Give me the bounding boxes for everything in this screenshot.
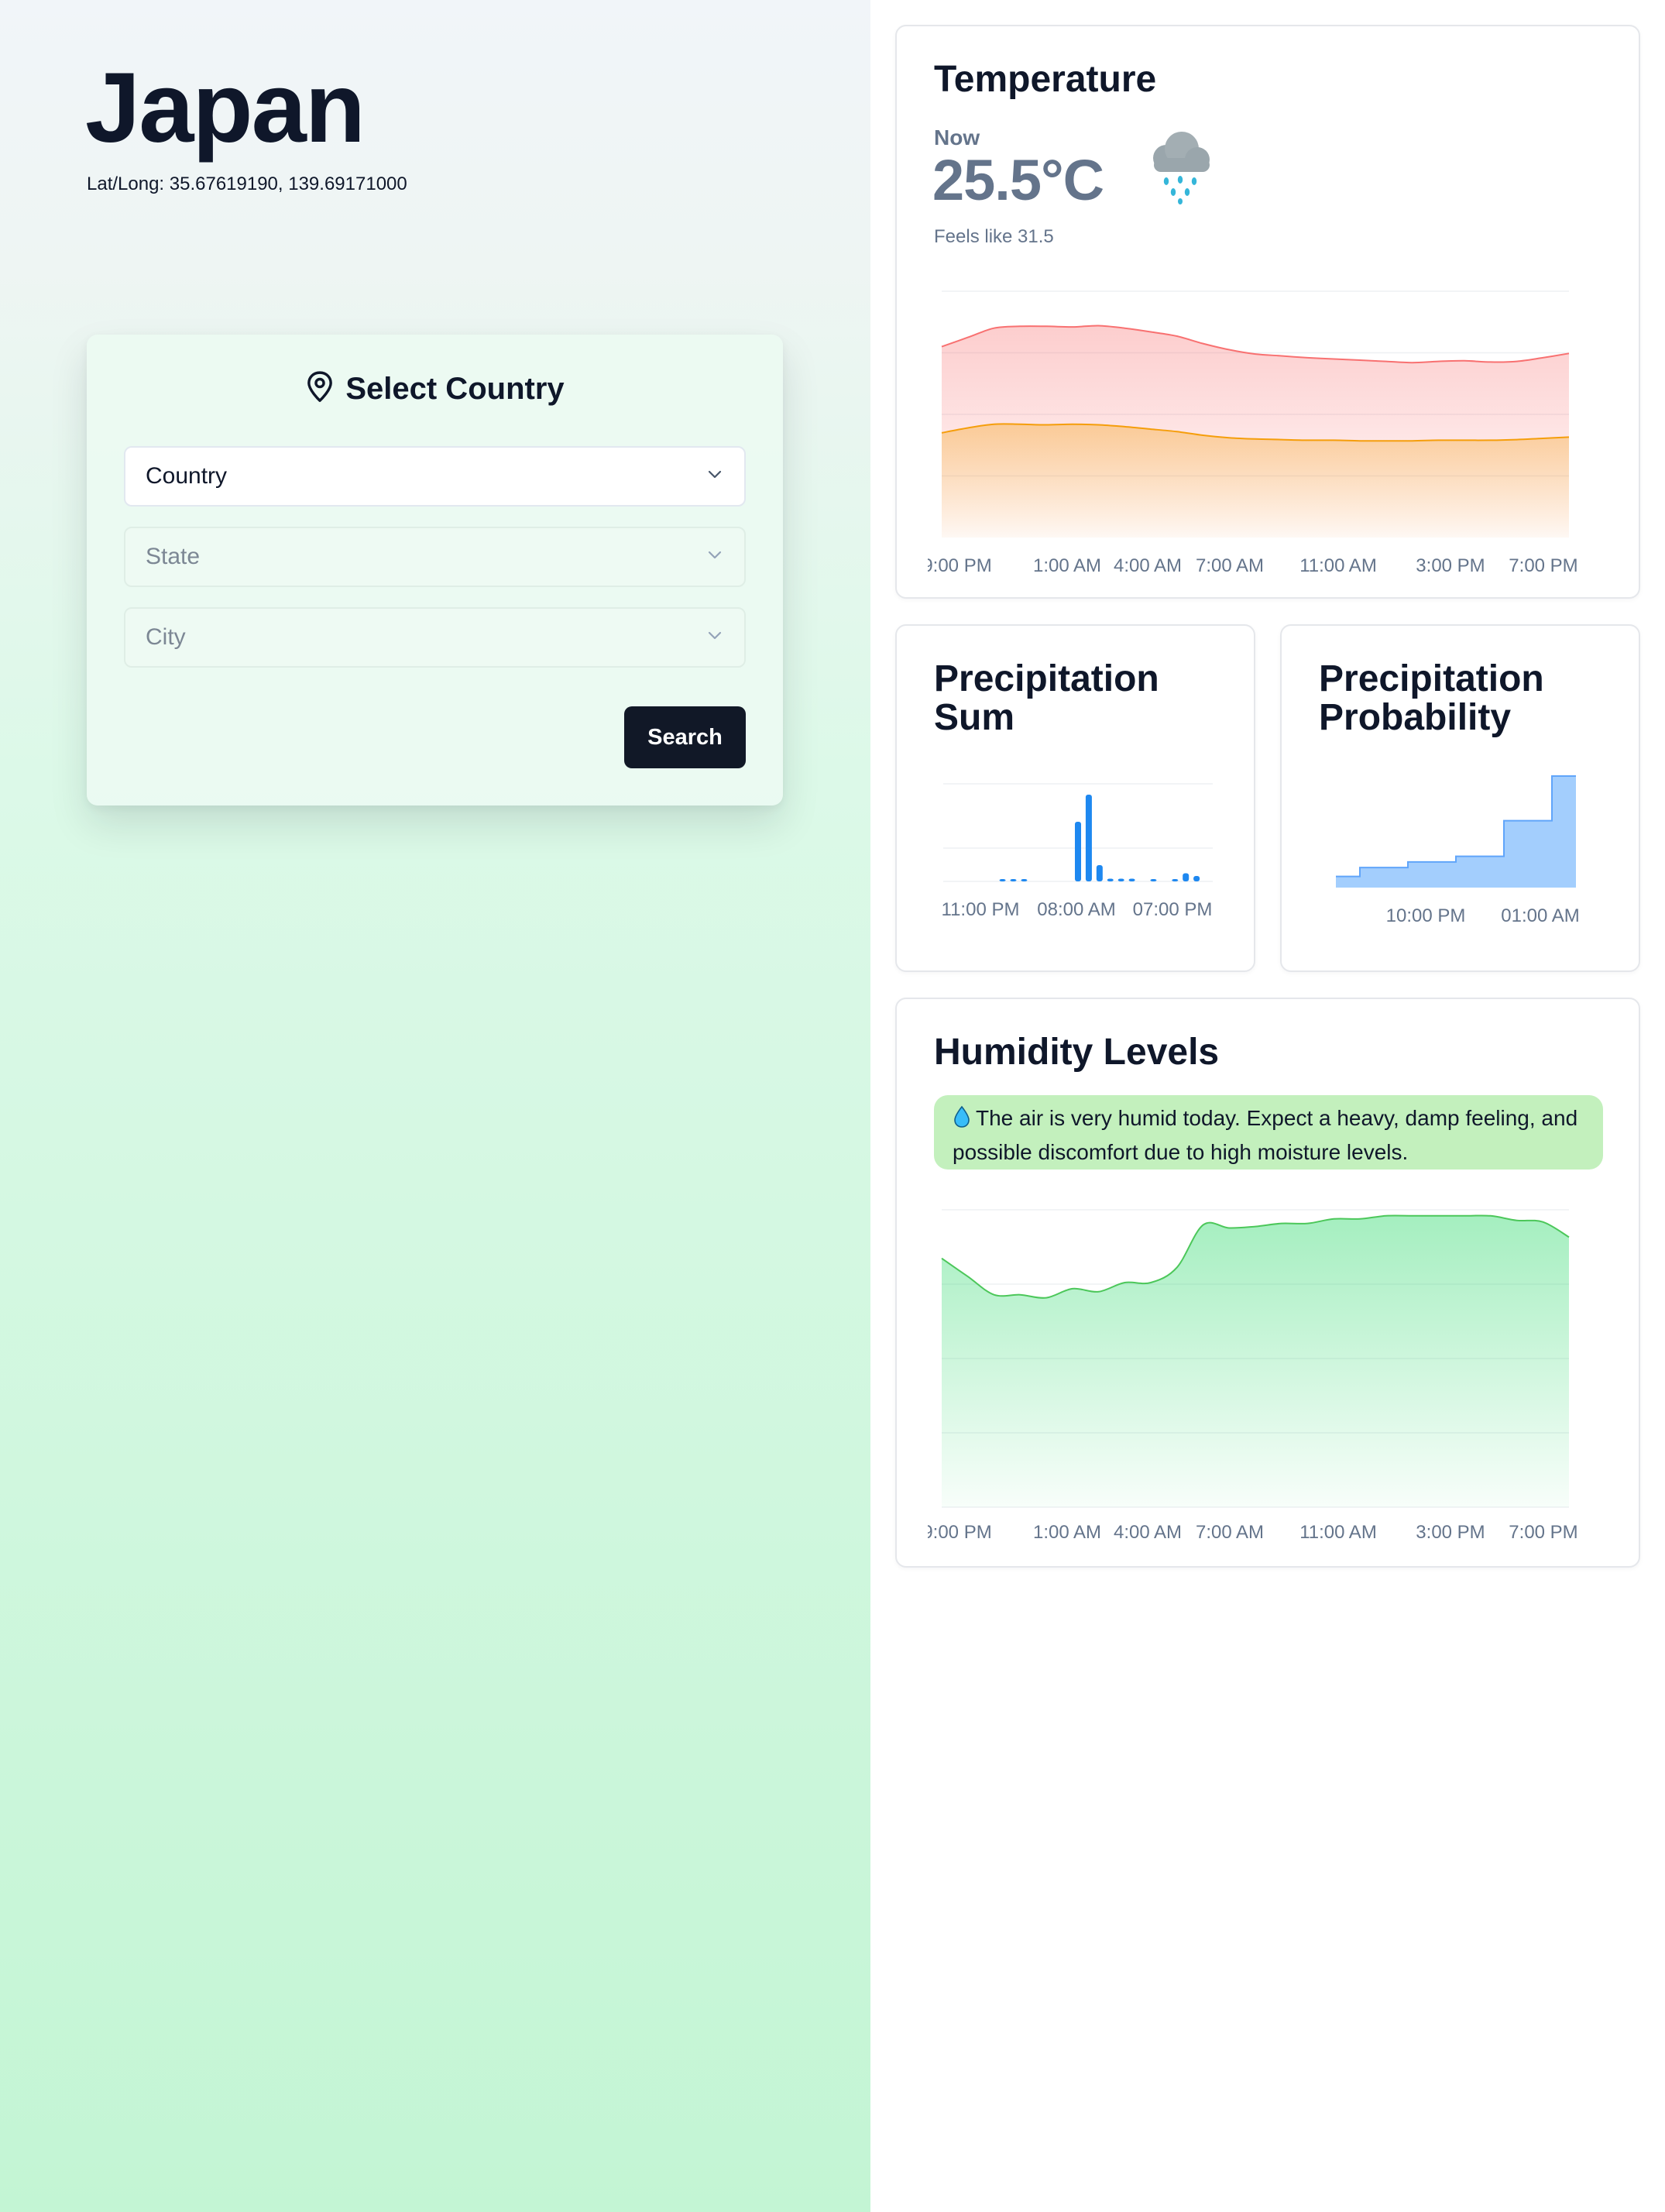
precipitation-bar [1183,873,1190,881]
country-selector-card: Select Country Country State City Search [87,335,783,805]
humidity-chart: 9:00 PM 1:00 AM 4:00 AM 7:00 AM 11:00 AM 3:00… [928,1209,1578,1543]
feels-like-text: Feels like 31.5 [934,226,1054,247]
country-select-value: Country [146,463,228,489]
precipitation-bar [1021,879,1028,881]
x-tick-label: 3:00 PM [1416,1522,1485,1543]
temperature-title: Temperature [934,59,1157,100]
temperature-chart: 9:00 PM 1:00 AM 4:00 AM 7:00 AM 11:00 AM 3:00… [928,290,1578,576]
temperature-card: Temperature Now 25.5°C Feels like 31.5 9… [895,25,1640,599]
location-title: Japan [85,53,366,163]
left-panel: Japan Lat/Long: 35.67619190, 139.6917100… [0,0,870,2212]
precipitation-bar [1128,878,1135,881]
x-tick-label: 08:00 AM [1037,899,1115,920]
precipitation-bar [1150,879,1157,881]
precipitation-bar [999,879,1006,881]
humidity-card: Humidity Levels The air is very humid to… [895,998,1640,1568]
x-tick-label: 07:00 PM [1133,899,1213,920]
precipitation-bar [1107,878,1114,881]
latlong-text: Lat/Long: 35.67619190, 139.69171000 [87,173,407,194]
rain-cloud-icon [1143,127,1217,208]
x-tick-label: 9:00 PM [928,1522,992,1543]
precipitation-probability-title: Precipitation Probability [1319,658,1544,738]
x-tick-label: 3:00 PM [1416,555,1485,576]
precipitation-sum-card: Precipitation Sum 11:00 PM 08:00 AM 07:00 … [895,624,1255,972]
precipitation-sum-chart: 11:00 PM 08:00 AM 07:00 PM [942,783,1213,920]
x-tick-label: 11:00 PM [942,899,1020,920]
state-select-value: State [146,544,201,569]
humidity-note: The air is very humid today. Expect a he… [934,1095,1603,1170]
x-tick-label: 9:00 PM [928,555,992,576]
x-tick-label: 7:00 PM [1509,1522,1577,1543]
x-tick-label: 7:00 AM [1196,555,1264,576]
current-temperature: 25.5°C [932,148,1104,212]
precipitation-bar [1010,879,1017,881]
x-tick-label: 7:00 PM [1509,555,1577,576]
precipitation-bar [1117,878,1124,881]
selector-heading: Select Country [87,366,783,412]
country-select[interactable]: Country [124,446,746,507]
humidity-note-text: The air is very humid today. Expect a he… [953,1106,1578,1164]
x-tick-label: 1:00 AM [1033,1522,1101,1543]
x-tick-label: 4:00 AM [1114,555,1182,576]
x-tick-label: 4:00 AM [1114,1522,1182,1543]
precipitation-bar [1096,865,1103,881]
chevron-down-icon [705,624,724,651]
search-button[interactable]: Search [624,706,746,768]
precipitation-bar [1193,876,1200,881]
selector-title: Select Country [345,371,565,406]
precipitation-probability-card: Precipitation Probability 10:00 PM 01:00 … [1280,624,1640,972]
state-select[interactable]: State [124,527,746,587]
x-tick-label: 11:00 AM [1299,555,1377,576]
x-tick-label: 01:00 AM [1501,905,1579,926]
city-select-value: City [146,624,186,650]
x-tick-label: 7:00 AM [1196,1522,1264,1543]
precipitation-probability-chart: 10:00 PM 01:00 AM [1336,775,1580,926]
chevron-down-icon [705,463,724,489]
probability-area [1336,776,1576,888]
x-tick-label: 1:00 AM [1033,555,1101,576]
humidity-title: Humidity Levels [934,1032,1220,1073]
precipitation-bar [1172,879,1179,881]
precipitation-bar [1085,795,1092,881]
precipitation-sum-title: Precipitation Sum [934,658,1159,738]
map-pin-icon [305,370,335,408]
humidity-area [942,1215,1569,1507]
x-tick-label: 11:00 AM [1299,1522,1377,1543]
chevron-down-icon [705,544,724,570]
precipitation-bar [1075,822,1081,881]
water-drop-icon [953,1105,971,1137]
city-select[interactable]: City [124,607,746,668]
x-tick-label: 10:00 PM [1386,905,1466,926]
